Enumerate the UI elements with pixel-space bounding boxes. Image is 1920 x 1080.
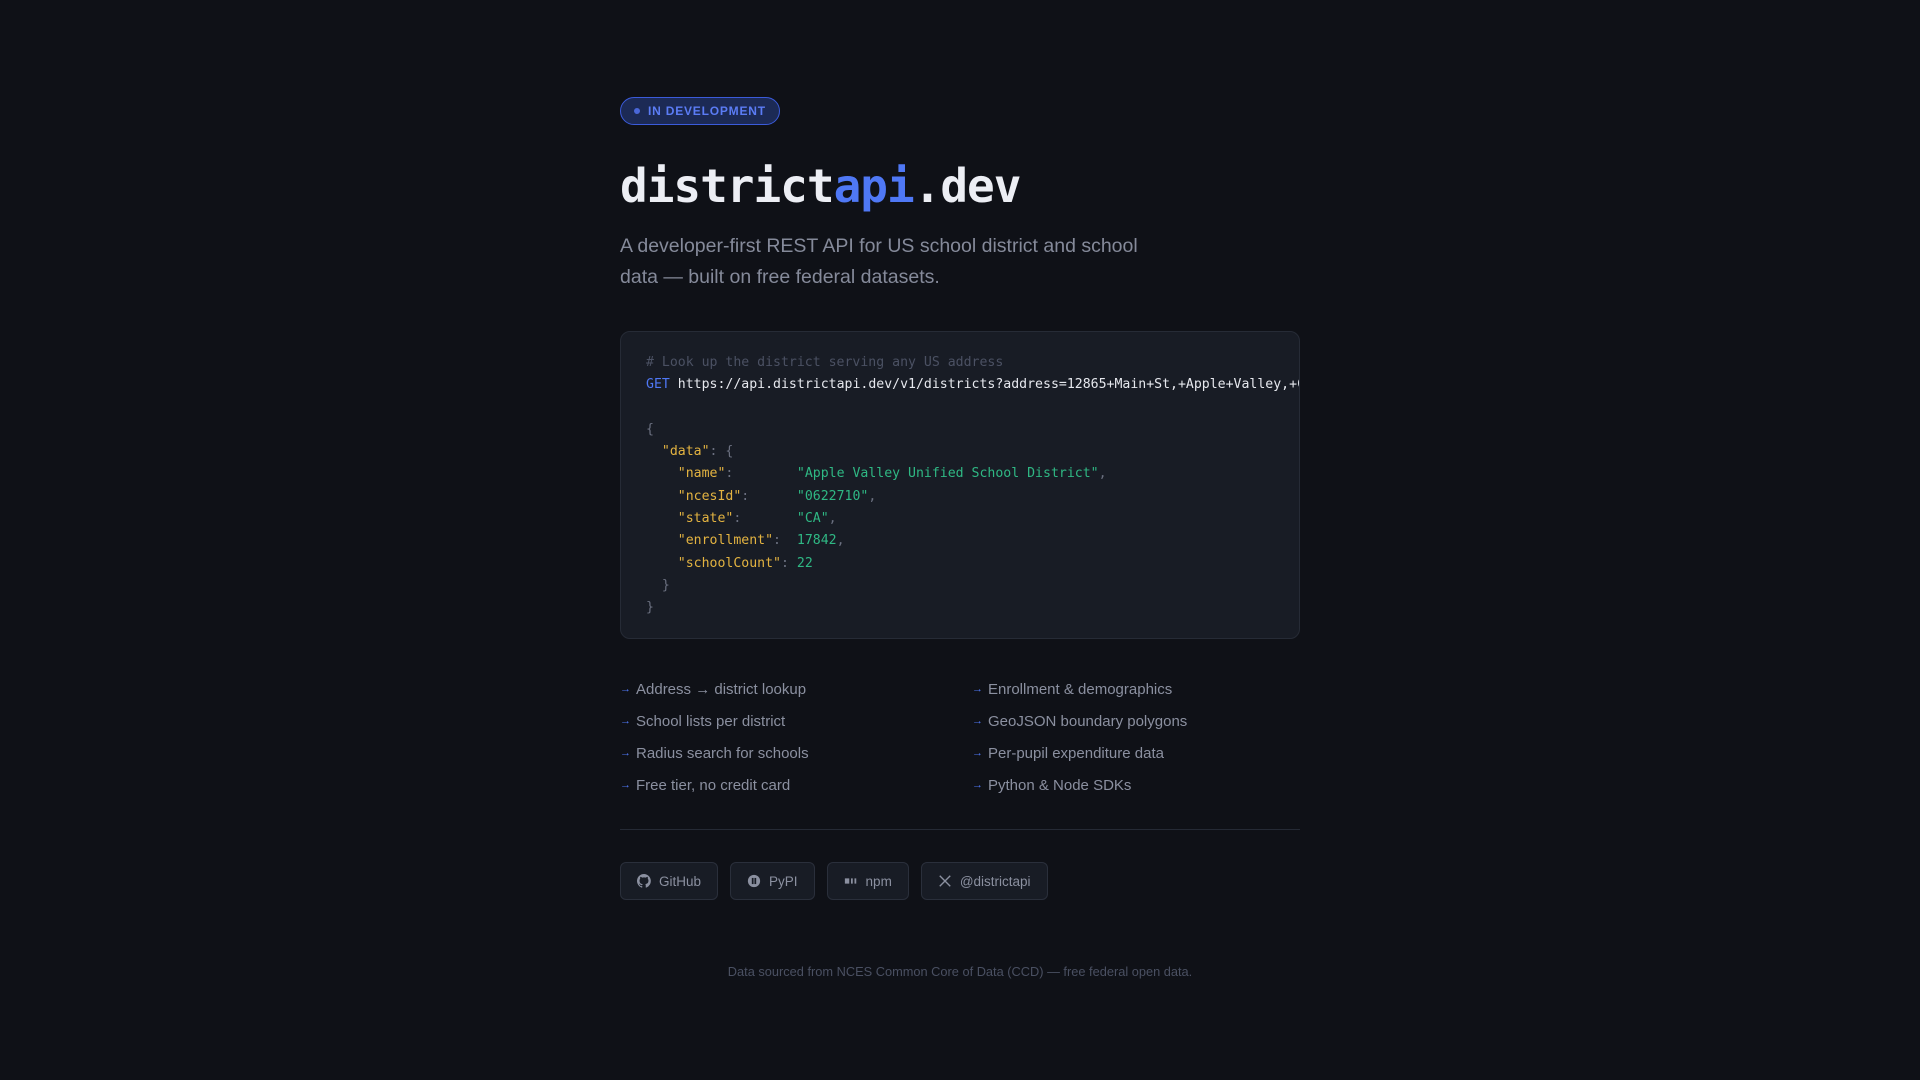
link-label: PyPI — [769, 873, 798, 889]
feature-item: → Enrollment & demographics — [972, 679, 1300, 699]
json-value: 17842 — [796, 533, 837, 549]
json-value: "Apple Valley Unified School District" — [796, 466, 1099, 482]
json-key: "schoolCount" — [677, 555, 781, 571]
districtapi-link-button[interactable]: @districtapi — [920, 862, 1048, 900]
feature-item: → GeoJSON boundary polygons — [972, 711, 1300, 731]
divider — [620, 829, 1300, 830]
title-accent: api — [833, 159, 915, 213]
arrow-icon: → — [620, 747, 631, 759]
feature-item: → School lists per district — [620, 711, 972, 731]
pypi-link-button[interactable]: PyPI — [730, 862, 815, 900]
feature-item: → Per-pupil expenditure data — [972, 743, 1300, 763]
json-colon: : — [725, 466, 797, 482]
arrow-icon: → — [972, 747, 983, 759]
link-label: GitHub — [659, 873, 702, 889]
code-example: # Look up the district serving any US ad… — [620, 331, 1300, 639]
title-part1: district — [620, 159, 835, 213]
feature-label: School lists per district — [636, 712, 786, 730]
json-comma: , — [1098, 466, 1107, 482]
json-colon: : — [733, 511, 797, 527]
json-colon: : — [741, 488, 797, 504]
feature-label: Radius search for schools — [636, 744, 809, 762]
status-badge-label: IN DEVELOPMENT — [648, 104, 766, 118]
json-key: "ncesId" — [677, 488, 742, 504]
json-comma: , — [836, 533, 845, 549]
status-dot-icon — [634, 108, 640, 114]
feature-item: → Python & Node SDKs — [972, 775, 1300, 795]
json-value: "CA" — [796, 511, 829, 527]
status-badge: IN DEVELOPMENT — [620, 97, 780, 125]
json-colon: : — [773, 533, 797, 549]
feature-label: Free tier, no credit card — [636, 776, 791, 794]
footer-note: Data sourced from NCES Common Core of Da… — [727, 964, 1193, 979]
title-part2: .dev — [913, 159, 1022, 213]
feature-item: → Radius search for schools — [620, 743, 972, 763]
pypi-icon — [747, 874, 761, 888]
subtitle: A developer-first REST API for US school… — [620, 235, 1138, 288]
code-comment: # Look up the district serving any US ad… — [646, 355, 1004, 370]
page-title: districtapi.dev — [620, 159, 1300, 213]
feature-label: Address → district lookup — [636, 680, 807, 698]
arrow-icon: → — [972, 683, 983, 695]
feature-label: Enrollment & demographics — [988, 680, 1173, 698]
arrow-icon: → — [620, 715, 631, 727]
json-key: "state" — [677, 511, 734, 527]
feature-label: Per-pupil expenditure data — [988, 744, 1164, 762]
feature-list: → Address → district lookup → Enrollment & … — [620, 679, 1300, 795]
request-url: https://api.districtapi.dev/v1/districts… — [677, 377, 1300, 393]
link-buttons: GitHub PyPI npm @districtapi — [620, 862, 1300, 900]
feature-label: Python & Node SDKs — [988, 776, 1132, 794]
feature-item: → Free tier, no credit card — [620, 775, 972, 795]
json-key: "enrollment" — [677, 533, 774, 549]
github-link-button[interactable]: GitHub — [620, 862, 719, 900]
feature-item: → Address → district lookup — [620, 679, 972, 699]
feature-label: GeoJSON boundary polygons — [988, 712, 1188, 730]
json-value: "0622710" — [796, 488, 869, 504]
http-method: GET — [646, 377, 670, 393]
hero: IN DEVELOPMENT districtapi.dev A develop… — [620, 97, 1300, 900]
json-colon: : — [780, 555, 797, 571]
github-icon — [637, 874, 651, 888]
arrow-icon: → — [972, 715, 983, 727]
json-value: 22 — [796, 555, 813, 571]
x-icon — [938, 874, 952, 888]
link-label: @districtapi — [959, 873, 1031, 889]
link-label: npm — [865, 873, 892, 889]
json-key: "name" — [677, 466, 726, 482]
npm-icon — [844, 874, 858, 888]
npm-link-button[interactable]: npm — [826, 862, 909, 900]
arrow-icon: → — [972, 779, 983, 791]
json-comma: , — [868, 488, 877, 504]
arrow-icon: → — [620, 779, 631, 791]
json-comma: , — [828, 511, 837, 527]
arrow-icon: → — [620, 683, 631, 695]
